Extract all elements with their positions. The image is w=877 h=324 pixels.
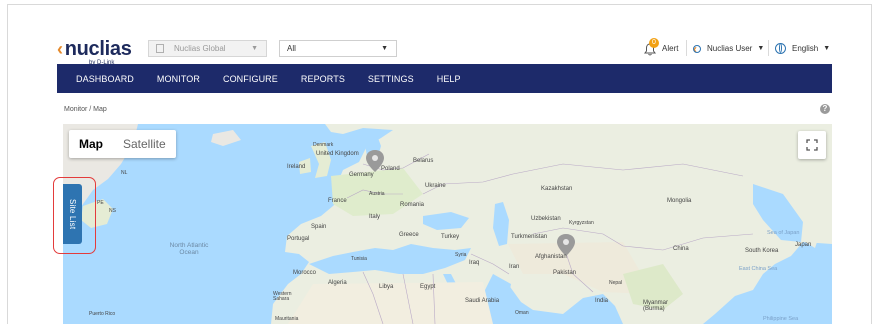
bell-icon: 0 (644, 37, 659, 57)
map-label: Morocco (293, 270, 317, 276)
language-select[interactable]: English ▼ (775, 40, 830, 57)
map-label: Ukraine (425, 183, 446, 189)
organization-select[interactable]: Nuclias Global ▼ (148, 40, 267, 57)
map-label: South Korea (745, 248, 779, 254)
building-icon (156, 44, 164, 53)
map-label: Puerto Rico (89, 311, 116, 317)
alert-label: Alert (662, 44, 679, 53)
map-label: Austria (369, 191, 385, 197)
map-label: Sea of Japan (767, 230, 800, 236)
site-select-value: All (287, 44, 296, 53)
chevron-down-icon: ▼ (381, 45, 388, 52)
map-label: United Kingdom (316, 151, 359, 157)
map-label: Turkmenistan (511, 234, 548, 240)
map-label: Turkey (441, 234, 460, 240)
map-label: Mauritania (275, 316, 299, 322)
alert-button[interactable]: 0 Alert (644, 37, 679, 57)
map-label: Saudi Arabia (465, 298, 500, 304)
site-select[interactable]: All ▼ (279, 40, 397, 57)
help-icon[interactable]: ? (820, 104, 830, 114)
alert-count-badge: 0 (649, 37, 659, 48)
language-label: English (792, 44, 819, 53)
nav-configure[interactable]: CONFIGURE (223, 74, 278, 84)
map-label: Algeria (328, 280, 347, 286)
map-label: North Atlantic Ocean (169, 242, 209, 256)
user-menu[interactable]: ‹ Nuclias User ▼ (693, 40, 764, 57)
map-label: Italy (369, 214, 381, 220)
map-label: Western Sahara (273, 291, 292, 302)
map-tiles (63, 124, 832, 324)
chevron-logo-icon: ‹ (57, 39, 63, 59)
chevron-down-icon: ▼ (757, 45, 765, 52)
map-label: Pakistan (553, 270, 577, 276)
map-label: Uzbekistan (531, 216, 561, 222)
map-label: Japan (795, 242, 812, 248)
map-label: Tunisia (351, 256, 367, 262)
map-label: NS (109, 208, 116, 214)
map-label: Nepal (609, 280, 623, 286)
map-label: Greece (399, 232, 419, 238)
map-label: Ireland (287, 164, 306, 170)
header-divider (686, 40, 687, 56)
map-label: East China Sea (739, 266, 778, 272)
map-label: Portugal (287, 236, 310, 242)
map-type-control: Map Satellite (69, 130, 176, 158)
map-label: Mongolia (667, 198, 692, 204)
chevron-down-icon: ▼ (823, 45, 831, 52)
header-divider (768, 40, 769, 56)
world-map[interactable]: Denmark United Kingdom Ireland Germany P… (63, 124, 832, 324)
user-label: Nuclias User (707, 44, 753, 53)
map-label: Iran (509, 264, 520, 270)
nav-reports[interactable]: REPORTS (301, 74, 345, 84)
map-type-map-button[interactable]: Map (69, 137, 113, 151)
nuclias-logo[interactable]: ‹ nuclias by D-Link (57, 39, 132, 66)
map-label: Libya (379, 284, 394, 290)
map-label: Germany (349, 172, 374, 178)
chevron-down-icon: ▼ (251, 45, 258, 52)
globe-icon (775, 43, 786, 54)
map-label: Iraq (469, 260, 480, 266)
fullscreen-button[interactable] (798, 131, 826, 159)
organization-select-value: Nuclias Global (174, 44, 226, 53)
map-type-satellite-button[interactable]: Satellite (113, 137, 176, 151)
map-label: Spain (311, 224, 327, 230)
map-label: Poland (381, 166, 400, 172)
nav-settings[interactable]: SETTINGS (368, 74, 414, 84)
map-label: Kyrgyzstan (569, 220, 594, 226)
map-label: Denmark (313, 142, 334, 148)
nav-dashboard[interactable]: DASHBOARD (76, 74, 134, 84)
map-label: Syria (455, 252, 467, 258)
highlight-ring (53, 177, 96, 254)
map-label: Belarus (413, 158, 434, 164)
map-label: NL (121, 170, 128, 176)
fullscreen-icon (806, 139, 818, 151)
main-nav: DASHBOARD MONITOR CONFIGURE REPORTS SETT… (57, 64, 832, 93)
user-avatar-icon (693, 44, 701, 53)
brand-name: nuclias (64, 38, 132, 60)
map-label: Oman (515, 310, 529, 316)
map-label: Kazakhstan (541, 186, 573, 192)
map-label: China (673, 246, 689, 252)
map-label: Myanmar (Burma) (643, 300, 669, 312)
map-label: Philippine Sea (763, 316, 799, 322)
breadcrumb: Monitor / Map (64, 106, 107, 113)
nav-monitor[interactable]: MONITOR (157, 74, 200, 84)
map-label: France (328, 198, 347, 204)
map-label: Afghanistan (535, 254, 567, 260)
map-label: Romania (400, 202, 425, 208)
map-label: PE (97, 200, 104, 206)
nav-help[interactable]: HELP (437, 74, 461, 84)
map-label: Egypt (420, 284, 436, 290)
map-label: India (595, 298, 609, 304)
